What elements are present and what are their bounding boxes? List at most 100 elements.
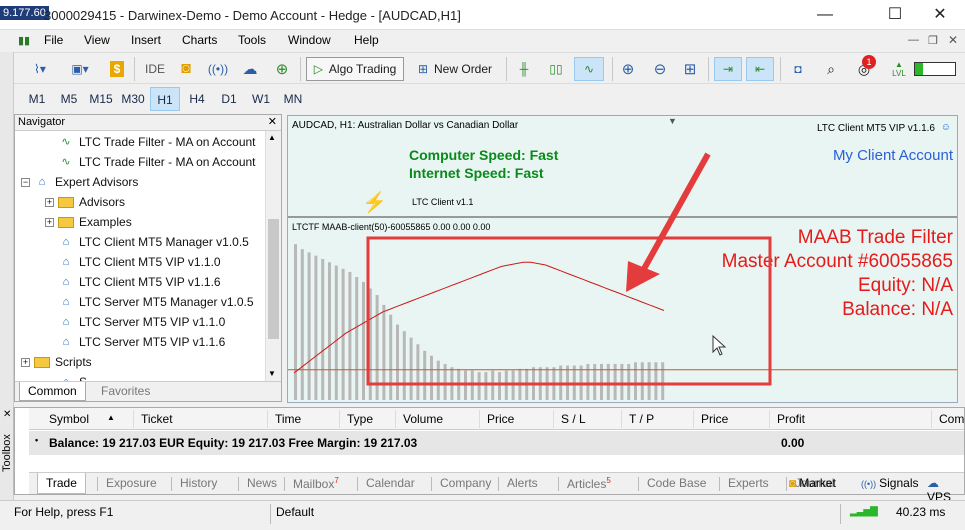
- chart-type-icon[interactable]: ⌇▾: [22, 57, 58, 81]
- market-icon[interactable]: $: [106, 57, 128, 81]
- timeframe-m15[interactable]: M15: [86, 87, 116, 111]
- navigator-item[interactable]: + Scripts: [21, 352, 92, 372]
- templates-icon[interactable]: ▣▾: [62, 57, 98, 81]
- line-chart-icon[interactable]: ∿: [574, 57, 604, 81]
- column-header[interactable]: Ticket: [141, 412, 173, 426]
- column-header[interactable]: Symbol: [49, 412, 89, 426]
- toolbox-tab-alerts[interactable]: Alerts: [507, 476, 538, 490]
- level-icon[interactable]: ▲ LVL: [888, 57, 910, 81]
- navigator-item[interactable]: ⌂ LTC Server MT5 VIP v1.1.6: [58, 332, 226, 352]
- algo-trading-button[interactable]: ▷ Algo Trading: [306, 57, 404, 81]
- expand-icon[interactable]: +: [45, 217, 54, 227]
- screenshot-icon[interactable]: ◘: [786, 57, 810, 81]
- navigator-close-icon[interactable]: ✕: [268, 115, 277, 128]
- toolbox-tab-history[interactable]: History: [180, 476, 217, 490]
- toolbox-tab-articles[interactable]: Articles5: [567, 476, 611, 491]
- toolbox-side-label[interactable]: Toolbox: [0, 407, 14, 495]
- collapse-icon[interactable]: −: [21, 177, 30, 187]
- close-button[interactable]: ✕: [920, 4, 960, 26]
- column-header[interactable]: Time: [275, 412, 301, 426]
- column-header[interactable]: T / P: [629, 412, 654, 426]
- column-header[interactable]: Comment: [939, 412, 965, 426]
- timeframe-m1[interactable]: M1: [22, 87, 52, 111]
- column-header[interactable]: Price: [701, 412, 728, 426]
- column-header[interactable]: Price: [487, 412, 514, 426]
- grid-icon[interactable]: ⊞: [678, 57, 702, 81]
- timeframe-h1[interactable]: H1: [150, 87, 180, 111]
- zoom-in-icon[interactable]: ⊕: [616, 57, 640, 81]
- menu-file[interactable]: File: [44, 33, 63, 47]
- child-close-icon[interactable]: ✕: [948, 33, 958, 47]
- navigator-item[interactable]: + Examples: [45, 212, 132, 232]
- vps-cloud-icon[interactable]: ☁: [238, 57, 262, 81]
- column-header[interactable]: Profit: [777, 412, 805, 426]
- toolbox-close-icon[interactable]: ✕: [3, 409, 11, 420]
- timeframe-d1[interactable]: D1: [214, 87, 244, 111]
- navigator-item[interactable]: + Advisors: [45, 192, 125, 212]
- toolbox-tab-experts[interactable]: Experts: [728, 476, 769, 490]
- navigator-item[interactable]: ⌂ LTC Client MT5 Manager v1.0.5: [58, 232, 249, 252]
- profile-text[interactable]: Default: [276, 505, 314, 519]
- new-order-button[interactable]: ⊞ New Order: [410, 57, 500, 81]
- menu-insert[interactable]: Insert: [131, 33, 161, 47]
- column-header[interactable]: Volume: [403, 412, 443, 426]
- navigator-item[interactable]: − ⌂ Expert Advisors: [21, 172, 138, 192]
- add-account-icon[interactable]: ⊕: [270, 57, 294, 81]
- navigator-tab-favorites[interactable]: Favorites: [93, 382, 158, 401]
- toolbox-tab-calendar[interactable]: Calendar: [366, 476, 415, 490]
- timeframe-m5[interactable]: M5: [54, 87, 84, 111]
- chart-window[interactable]: AUDCAD, H1: Australian Dollar vs Canadia…: [287, 115, 958, 403]
- toolbox-tab-mailbox[interactable]: Mailbox7: [293, 476, 339, 491]
- navigator-item[interactable]: ⌂S...: [58, 372, 97, 381]
- navigator-scrollbar[interactable]: ▲ ▼: [265, 131, 281, 381]
- bar-chart-icon[interactable]: ╫: [512, 57, 536, 81]
- navigator-item[interactable]: ⌂ LTC Server MT5 Manager v1.0.5: [58, 292, 254, 312]
- navigator-item[interactable]: ⌂ LTC Client MT5 VIP v1.1.0: [58, 252, 221, 272]
- navigator-item[interactable]: ⌂ LTC Client MT5 VIP v1.1.6: [58, 272, 221, 292]
- menu-charts[interactable]: Charts: [182, 33, 217, 47]
- scroll-down-icon[interactable]: ▼: [268, 369, 276, 378]
- my-client-account-link[interactable]: My Client Account: [833, 147, 953, 164]
- timeframe-mn[interactable]: MN: [278, 87, 308, 111]
- signals-icon[interactable]: ((•)): [206, 57, 230, 81]
- expand-icon[interactable]: +: [45, 197, 54, 207]
- sort-arrow-icon[interactable]: ▲: [107, 413, 115, 422]
- toolbox-link-market[interactable]: ◙ Market: [789, 476, 836, 490]
- toolbox-tab-company[interactable]: Company: [440, 476, 491, 490]
- balance-row[interactable]: • Balance: 19 217.03 EUR Equity: 19 217.…: [29, 431, 964, 455]
- expand-icon[interactable]: +: [21, 357, 30, 367]
- column-header[interactable]: Type: [347, 412, 373, 426]
- menu-view[interactable]: View: [84, 33, 110, 47]
- autoscroll-icon[interactable]: ⇥: [714, 57, 742, 81]
- toolbox-tab-trade[interactable]: Trade: [37, 473, 86, 494]
- child-minimize-icon[interactable]: —: [908, 34, 919, 46]
- toolbox-link-signals[interactable]: ((•)) Signals: [861, 476, 919, 490]
- ide-button[interactable]: IDE: [140, 57, 170, 81]
- navigator-item[interactable]: ⌂ LTC Server MT5 VIP v1.1.0: [58, 312, 226, 332]
- menu-window[interactable]: Window: [288, 33, 331, 47]
- navigator-item-label: Expert Advisors: [55, 175, 139, 189]
- menu-tools[interactable]: Tools: [238, 33, 266, 47]
- navigator-item[interactable]: ∿ LTC Trade Filter - MA on Account: [58, 152, 255, 172]
- zoom-out-icon[interactable]: ⊖: [648, 57, 672, 81]
- market-bag-icon[interactable]: ◙: [174, 57, 198, 81]
- navigator-item[interactable]: ∿ LTC Trade Filter - MA on Account: [58, 132, 255, 152]
- timeframe-m30[interactable]: M30: [118, 87, 148, 111]
- menu-help[interactable]: Help: [354, 33, 379, 47]
- notifications-icon[interactable]: ◎ 1: [850, 55, 878, 81]
- toolbox-tab-news[interactable]: News: [247, 476, 277, 490]
- scroll-up-icon[interactable]: ▲: [268, 133, 276, 142]
- scroll-thumb[interactable]: [268, 219, 279, 339]
- toolbox-tab-exposure[interactable]: Exposure: [106, 476, 157, 490]
- column-header[interactable]: S / L: [561, 412, 586, 426]
- navigator-tab-common[interactable]: Common: [19, 382, 86, 401]
- timeframe-h4[interactable]: H4: [182, 87, 212, 111]
- maximize-button[interactable]: ☐: [875, 4, 915, 26]
- child-restore-icon[interactable]: ❐: [928, 34, 938, 47]
- toolbox-tab-code-base[interactable]: Code Base: [647, 476, 706, 490]
- minimize-button[interactable]: —: [805, 4, 845, 26]
- chart-shift-icon[interactable]: ⇤: [746, 57, 774, 81]
- search-icon[interactable]: ⌕: [820, 57, 842, 81]
- candles-icon[interactable]: ▯▯: [544, 57, 568, 81]
- timeframe-w1[interactable]: W1: [246, 87, 276, 111]
